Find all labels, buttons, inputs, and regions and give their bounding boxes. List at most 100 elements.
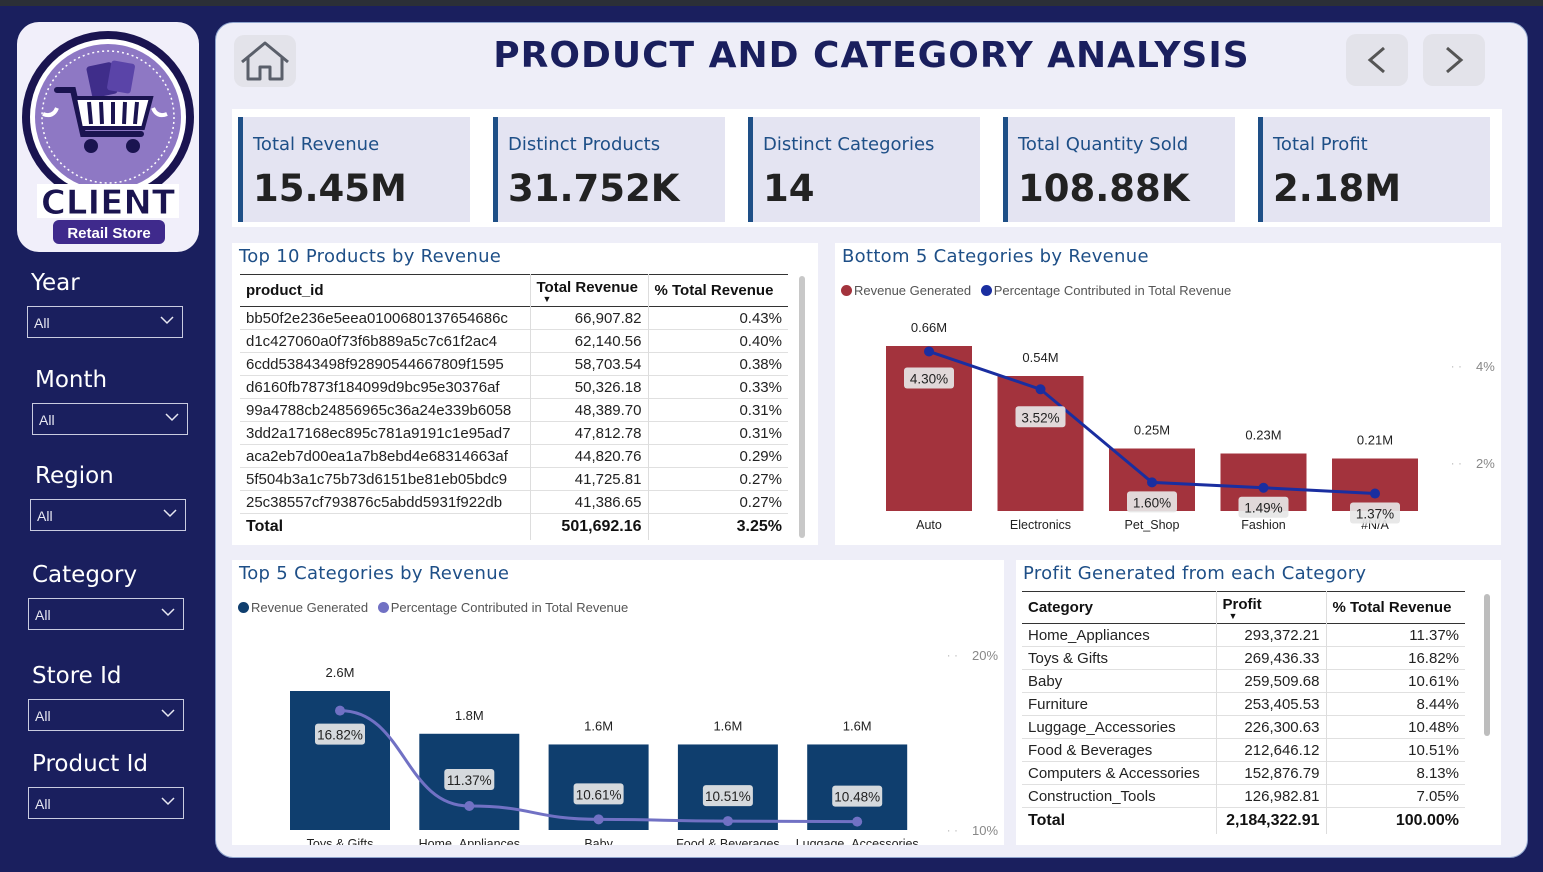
bar-data-label: 2.6M [326, 665, 355, 680]
sort-descending-icon: ▼ [542, 294, 552, 304]
table-cell: 10.51% [1325, 738, 1465, 762]
table-scrollbar[interactable] [799, 276, 805, 538]
table-row[interactable]: Toys & Gifts 269,436.33 16.82% [1022, 646, 1465, 670]
table-cell: 0.31% [647, 421, 788, 445]
table-row[interactable]: Computers & Accessories 152,876.79 8.13% [1022, 761, 1465, 785]
filter-selected-value: All [39, 412, 55, 428]
table-cell: 0.27% [647, 490, 788, 514]
table-cell: 0.38% [647, 352, 788, 376]
table-row[interactable]: 25c38557cf793876c5abdd5931f922db 41,386.6… [240, 490, 788, 514]
bar-data-label: 1.6M [713, 718, 742, 733]
table-cell: Construction_Tools [1028, 787, 1156, 805]
column-header-profit[interactable]: Profit ▼ [1215, 591, 1326, 624]
line-data-label: 16.82% [317, 728, 363, 743]
window-top-bar [0, 0, 1543, 6]
bar-data-label: 0.21M [1357, 433, 1393, 448]
table-cell: 58,703.54 [529, 352, 648, 376]
line-point[interactable] [593, 814, 604, 825]
filter-dropdown-category[interactable]: All [28, 598, 184, 630]
table-row[interactable]: 99a4788cb24856965c36a24e339b6058 48,389.7… [240, 398, 788, 422]
line-point[interactable] [722, 816, 733, 827]
y2-tick-label: 20% [972, 648, 998, 663]
total-revenue-value: 501,692.16 [529, 513, 648, 540]
top-categories-chart: · · 20% · · 10% 2.6M Toys & Gifts 1.8M Home_App… [290, 648, 998, 845]
total-label: Total [246, 517, 284, 535]
kpi-label: Total Revenue [253, 134, 380, 155]
filter-dropdown-region[interactable]: All [30, 499, 186, 531]
filter-dropdown-month[interactable]: All [32, 403, 188, 435]
x-tick-label: Auto [916, 518, 942, 532]
kpi-value: 14 [763, 167, 815, 210]
table-cell: Home_Appliances [1028, 626, 1150, 644]
top-products-table: product_id Total Revenue ▼ % Total Revenu… [240, 274, 788, 540]
table-row[interactable]: Luggage_Accessories 226,300.63 10.48% [1022, 715, 1465, 739]
line-point[interactable] [464, 801, 475, 812]
table-row[interactable]: Furniture 253,405.53 8.44% [1022, 692, 1465, 716]
column-header-pct-total-revenue[interactable]: % Total Revenue [1325, 591, 1465, 624]
filter-label-region: Region [35, 463, 114, 489]
kpi-strip: Total Revenue 15.45M Distinct Products 31.7… [232, 109, 1502, 227]
table-cell: 7.05% [1325, 784, 1465, 808]
top-products-panel: Top 10 Products by Revenue product_id To… [232, 243, 818, 545]
line-data-label: 3.52% [1021, 410, 1059, 425]
table-cell: 44,820.76 [529, 444, 648, 468]
filter-dropdown-product-id[interactable]: All [28, 787, 184, 819]
profit-table-title: Profit Generated from each Category [1023, 563, 1367, 584]
table-row[interactable]: 3dd2a17168ec895c781a9191c1e95ad7 47,812.7… [240, 421, 788, 445]
chevron-left-icon [1367, 46, 1385, 74]
filter-label-month: Month [35, 367, 108, 393]
line-point[interactable] [1258, 482, 1269, 493]
table-cell: 66,907.82 [529, 306, 648, 330]
line-point[interactable] [924, 346, 934, 357]
line-point[interactable] [1370, 488, 1380, 499]
table-cell: 10.61% [1325, 669, 1465, 693]
next-page-button[interactable] [1423, 34, 1485, 86]
line-point[interactable] [852, 816, 863, 827]
filter-dropdown-store-id[interactable]: All [28, 699, 184, 731]
table-cell: 48,389.70 [529, 398, 648, 422]
line-data-label: 11.37% [447, 773, 492, 788]
table-row[interactable]: 6cdd53843498f92890544667809f1595 58,703.5… [240, 352, 788, 376]
table-cell: 226,300.63 [1215, 715, 1326, 739]
kpi-value: 2.18M [1273, 167, 1402, 210]
profit-table: Category Profit ▼ % Total Revenue Home_Ap… [1022, 591, 1465, 834]
line-point[interactable] [1147, 477, 1157, 488]
table-row[interactable]: d6160fb7873f184099d9bc95e30376af 50,326.1… [240, 375, 788, 399]
kpi-label: Total Profit [1273, 134, 1368, 155]
line-point[interactable] [1035, 384, 1046, 395]
line-point[interactable] [335, 705, 345, 716]
table-total-row: Total 501,692.16 3.25% [240, 513, 788, 540]
table-row[interactable]: Home_Appliances 293,372.21 11.37% [1022, 623, 1465, 647]
table-row[interactable]: Baby 259,509.68 10.61% [1022, 669, 1465, 693]
axis-tick-dots: · · [947, 648, 958, 662]
bottom-categories-chart: · · 4% · · 2% 0.66M Auto 0.54M Electronics 0.25M… [886, 320, 1495, 532]
logo-subtitle-text: Retail Store [67, 225, 150, 242]
table-row[interactable]: 5f504b3a1c75b73d6151be81eb05bdc9 41,725.8… [240, 467, 788, 491]
line-data-label: 10.48% [834, 790, 880, 805]
previous-page-button[interactable] [1346, 34, 1408, 86]
kpi-card-total-profit: Total Profit 2.18M [1258, 117, 1490, 222]
bar[interactable] [997, 376, 1084, 511]
table-row[interactable]: Construction_Tools 126,982.81 7.05% [1022, 784, 1465, 808]
filter-dropdown-year[interactable]: All [27, 306, 183, 338]
x-tick-label: Food & Beverages [676, 837, 780, 845]
column-header-category[interactable]: Category [1022, 592, 1216, 624]
column-header-pct-total-revenue[interactable]: % Total Revenue [647, 274, 788, 307]
column-header-total-revenue[interactable]: Total Revenue ▼ [529, 274, 648, 307]
table-row[interactable]: bb50f2e236e5eea0100680137654686c 66,907.8… [240, 306, 788, 330]
chevron-down-icon [161, 709, 175, 718]
table-row[interactable]: Food & Beverages 212,646.12 10.51% [1022, 738, 1465, 762]
bar-data-label: 0.25M [1134, 423, 1170, 438]
table-cell: 5f504b3a1c75b73d6151be81eb05bdc9 [246, 470, 508, 488]
table-row[interactable]: aca2eb7d00ea1a7b8ebd4e68314663af 44,820.7… [240, 444, 788, 468]
table-cell: 16.82% [1325, 646, 1465, 670]
bar-data-label: 0.23M [1245, 428, 1281, 443]
table-cell: 212,646.12 [1215, 738, 1326, 762]
kpi-value: 31.752K [508, 167, 680, 210]
column-header-product-id[interactable]: product_id [240, 275, 530, 307]
table-cell: 47,812.78 [529, 421, 648, 445]
axis-tick-dots: · · [947, 823, 958, 837]
table-cell: Computers & Accessories [1028, 764, 1200, 782]
table-row[interactable]: d1c427060a0f73f6b889a5c7c61f2ac4 62,140.5… [240, 329, 788, 353]
table-scrollbar[interactable] [1484, 594, 1490, 736]
